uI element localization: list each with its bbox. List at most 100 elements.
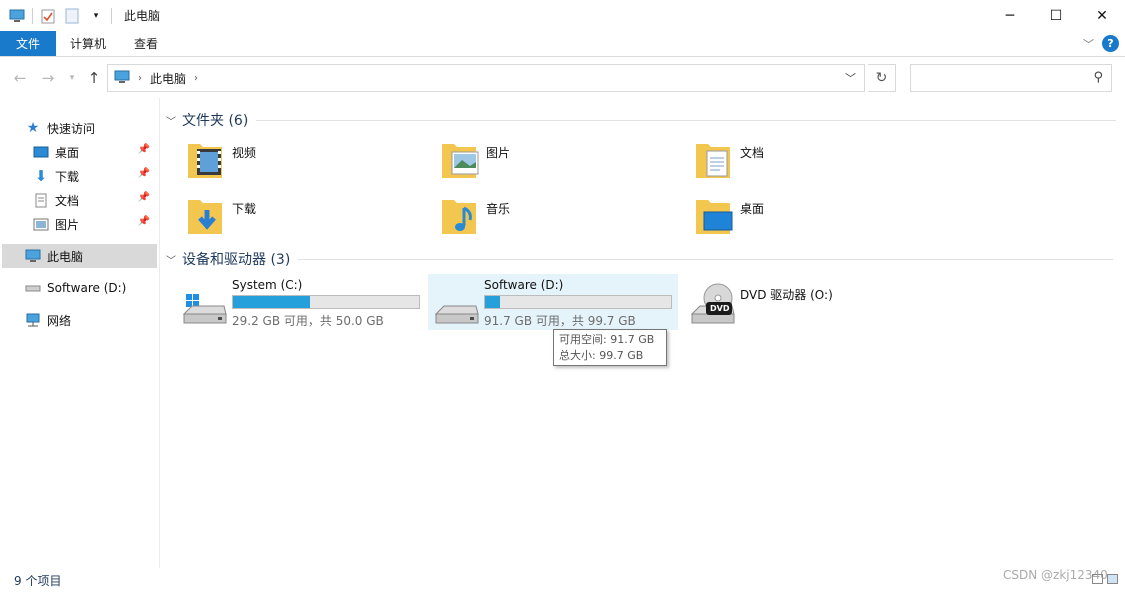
computer-icon[interactable] (8, 7, 26, 25)
new-folder-icon[interactable] (63, 7, 81, 25)
computer-icon (114, 70, 130, 87)
folder-name: 下载 (232, 202, 257, 216)
divider (256, 119, 1117, 121)
recent-locations-icon[interactable]: ▾ (62, 67, 82, 89)
help-button[interactable]: ? (1102, 35, 1119, 52)
nav-label: 下载 (55, 169, 80, 184)
nav-label: 网络 (47, 313, 72, 328)
folder-name: 文档 (740, 146, 765, 160)
address-dropdown-icon[interactable]: ﹀ (845, 70, 856, 86)
nav-pictures[interactable]: 图片 📌 (32, 212, 156, 236)
folder-name: 视频 (232, 146, 257, 160)
search-input[interactable] (911, 65, 1081, 91)
nav-label: 文档 (55, 193, 80, 208)
pin-icon[interactable]: 📌 (138, 168, 150, 179)
nav-documents[interactable]: 文档 📌 (32, 188, 156, 212)
document-icon (32, 192, 50, 208)
nav-label: 快速访问 (47, 121, 96, 136)
folder-downloads[interactable]: 下载 (186, 194, 426, 246)
dvd-drive-icon: DVD (688, 278, 736, 326)
tooltip-free: 可用空间: 91.7 GB (559, 333, 655, 346)
drive-dvd[interactable]: DVD DVD 驱动器 (O:) (684, 274, 884, 330)
chevron-down-icon[interactable]: ﹀ (166, 113, 182, 128)
tab-file[interactable]: 文件 (0, 31, 56, 56)
folder-pictures[interactable]: 图片 (440, 138, 680, 190)
folder-documents[interactable]: 文档 (694, 138, 934, 190)
customize-dropdown-icon[interactable]: ▾ (87, 7, 105, 25)
minimize-button[interactable]: ─ (987, 0, 1033, 31)
status-item-count: 9 个项目 (14, 574, 62, 588)
divider (298, 258, 1114, 260)
document-folder-icon (694, 138, 734, 182)
close-button[interactable]: ✕ (1079, 0, 1125, 31)
up-arrow-icon[interactable]: ↑ (84, 67, 104, 89)
expand-ribbon-icon[interactable]: ﹀ (1083, 36, 1094, 52)
dvd-label: DVD (710, 304, 730, 313)
tab-view[interactable]: 查看 (120, 31, 172, 56)
group-folders[interactable]: ﹀ 文件夹 (6) (166, 110, 1117, 130)
search-icon[interactable]: ⚲ (1093, 70, 1103, 85)
folder-desktop[interactable]: 桌面 (694, 194, 934, 246)
drive-d[interactable]: Software (D:) 91.7 GB 可用，共 99.7 GB (428, 274, 678, 330)
details-view-icon[interactable] (1092, 574, 1103, 584)
tooltip-total: 总大小: 99.7 GB (559, 349, 644, 362)
maximize-button[interactable]: ☐ (1033, 0, 1079, 31)
large-icons-view-icon[interactable] (1107, 574, 1118, 584)
chevron-right-icon[interactable]: › (194, 73, 198, 84)
divider (111, 7, 112, 24)
nav-this-pc[interactable]: 此电脑 (2, 244, 157, 268)
drive-name: DVD 驱动器 (O:) (740, 288, 833, 302)
download-icon: ⬇ (34, 167, 48, 185)
folder-videos[interactable]: 视频 (186, 138, 426, 190)
usage-bar (484, 295, 672, 309)
properties-icon[interactable] (39, 7, 57, 25)
folder-name: 图片 (486, 146, 511, 160)
chevron-down-icon[interactable]: ﹀ (166, 252, 182, 267)
group-title: 文件夹 (6) (182, 113, 249, 129)
folder-music[interactable]: 音乐 (440, 194, 680, 246)
drive-tooltip: 可用空间: 91.7 GB 总大小: 99.7 GB (553, 329, 667, 366)
pin-icon[interactable]: 📌 (138, 144, 150, 155)
music-folder-icon (440, 194, 480, 238)
refresh-button[interactable]: ↻ (868, 64, 896, 92)
address-bar[interactable]: › 此电脑 › ﹀ (107, 64, 865, 92)
breadcrumb[interactable]: 此电脑 (150, 70, 186, 87)
nav-label: 此电脑 (47, 249, 84, 264)
usage-bar (232, 295, 420, 309)
pin-icon[interactable]: 📌 (138, 216, 150, 227)
drive-c[interactable]: System (C:) 29.2 GB 可用，共 50.0 GB (176, 274, 426, 330)
chevron-right-icon[interactable]: › (138, 73, 142, 84)
drive-icon (432, 278, 480, 326)
nav-software-drive[interactable]: Software (D:) (24, 276, 154, 300)
star-icon: ★ (26, 120, 40, 136)
folder-name: 音乐 (486, 202, 511, 216)
desktop-icon (32, 144, 50, 160)
quick-access-toolbar: ▾ 此电脑 (0, 0, 160, 31)
nav-label: 桌面 (55, 145, 80, 160)
group-title: 设备和驱动器 (3) (182, 252, 291, 268)
navigation-pane: ★ 快速访问 桌面 📌 ⬇ 下载 📌 文档 📌 图片 📌 此电脑 Softwar… (0, 98, 160, 568)
tab-computer[interactable]: 计算机 (56, 31, 120, 56)
nav-network[interactable]: 网络 (24, 308, 154, 332)
group-devices[interactable]: ﹀ 设备和驱动器 (3) (166, 249, 1114, 269)
network-icon (24, 312, 42, 328)
drive-name: System (C:) (232, 278, 303, 292)
pin-icon[interactable]: 📌 (138, 192, 150, 203)
nav-quick-access[interactable]: ★ 快速访问 (24, 116, 154, 140)
forward-arrow-icon[interactable]: → (38, 67, 58, 89)
usage-bar-fill (485, 296, 500, 308)
nav-label: Software (D:) (47, 281, 127, 295)
ribbon-tabs: 文件 计算机 查看 ﹀ ? (0, 31, 1125, 57)
folder-name: 桌面 (740, 202, 765, 216)
picture-icon (32, 216, 50, 232)
back-arrow-icon[interactable]: ← (10, 67, 30, 89)
nav-downloads[interactable]: ⬇ 下载 📌 (32, 164, 156, 188)
drive-info: 91.7 GB 可用，共 99.7 GB (484, 314, 636, 328)
usage-bar-fill (233, 296, 311, 308)
nav-desktop[interactable]: 桌面 📌 (32, 140, 156, 164)
address-row: ← → ▾ ↑ › 此电脑 › ﹀ ↻ ⚲ (0, 58, 1125, 98)
nav-label: 图片 (55, 217, 80, 232)
computer-icon (24, 248, 42, 264)
divider (32, 7, 33, 24)
video-folder-icon (186, 138, 226, 182)
